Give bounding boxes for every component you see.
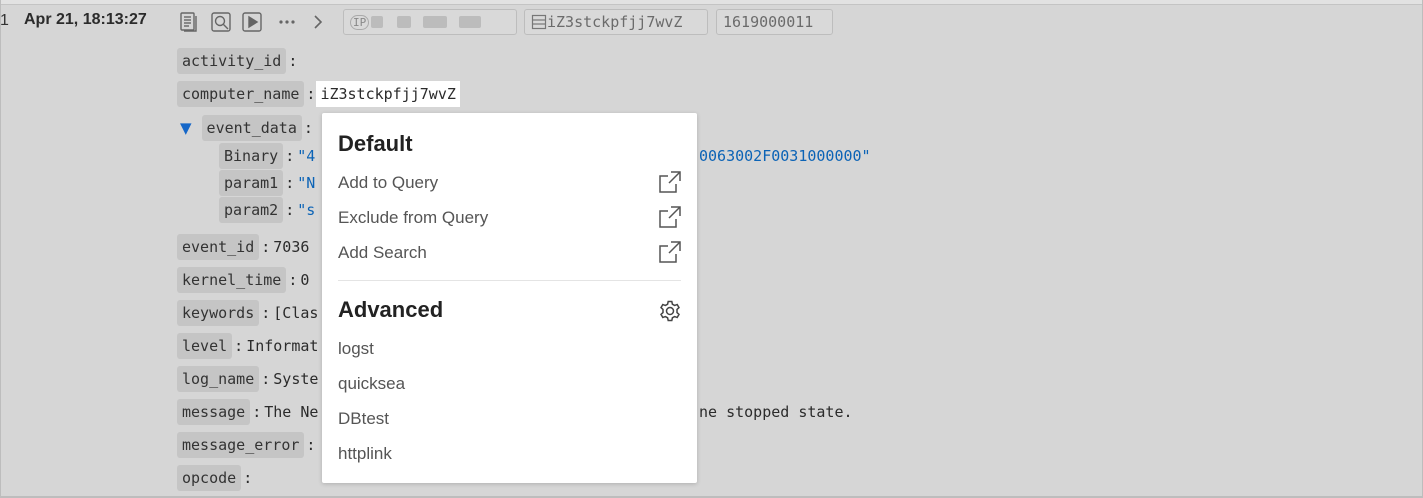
field-value[interactable]: Syste bbox=[273, 370, 318, 388]
field-activity-id: activity_id : bbox=[177, 48, 300, 74]
redacted-block bbox=[423, 16, 448, 28]
field-param1: param1 : "N bbox=[219, 170, 315, 196]
left-border bbox=[0, 0, 1, 498]
field-value[interactable]: 7036 bbox=[273, 238, 309, 256]
external-link-icon[interactable] bbox=[658, 170, 682, 194]
menu-divider bbox=[338, 280, 681, 281]
field-value[interactable]: The Ne bbox=[264, 403, 318, 421]
field-separator: : bbox=[303, 119, 313, 137]
field-key[interactable]: param1 bbox=[219, 170, 284, 196]
field-separator: : bbox=[243, 469, 253, 487]
field-value[interactable]: Informat bbox=[246, 337, 318, 355]
menu-item-httplink[interactable]: httplink bbox=[338, 444, 392, 464]
log-timestamp: Apr 21, 18:13:27 bbox=[24, 11, 147, 28]
menu-item-add-search[interactable]: Add Search bbox=[338, 243, 427, 263]
field-key[interactable]: Binary bbox=[219, 143, 284, 169]
field-value[interactable]: "4 bbox=[297, 147, 315, 165]
top-border bbox=[0, 0, 1423, 5]
field-key[interactable]: level bbox=[177, 333, 233, 359]
field-key[interactable]: message bbox=[177, 399, 251, 425]
field-context-menu: Default Add to Query Exclude from Query … bbox=[322, 113, 697, 483]
field-separator: : bbox=[261, 304, 271, 322]
field-level: level : Informat bbox=[177, 333, 318, 359]
field-value[interactable]: "s bbox=[297, 201, 315, 219]
field-separator: : bbox=[306, 436, 316, 454]
chevron-right-icon[interactable] bbox=[306, 10, 330, 34]
field-event-id: event_id : 7036 bbox=[177, 234, 309, 260]
field-separator: : bbox=[288, 271, 298, 289]
field-key[interactable]: event_id bbox=[177, 234, 260, 260]
field-value[interactable]: "N bbox=[297, 174, 315, 192]
field-computer-name: computer_name : iZ3stckpfjj7wvZ bbox=[177, 81, 460, 107]
hostname-tag-label: iZ3stckpfjj7wvZ bbox=[547, 13, 683, 31]
field-key[interactable]: opcode bbox=[177, 465, 242, 491]
gear-icon[interactable] bbox=[658, 299, 682, 323]
row-index: 1 bbox=[0, 12, 9, 29]
collapse-triangle-icon[interactable]: ▼ bbox=[180, 119, 192, 137]
hostname-tag[interactable]: iZ3stckpfjj7wvZ bbox=[524, 9, 708, 35]
source-ip-tag[interactable]: IP bbox=[343, 9, 517, 35]
document-icon[interactable] bbox=[177, 10, 201, 34]
field-event-data: ▼ event_data : bbox=[180, 115, 316, 141]
field-value[interactable]: 0 bbox=[300, 271, 309, 289]
play-icon[interactable] bbox=[240, 10, 264, 34]
field-key[interactable]: activity_id bbox=[177, 48, 287, 74]
field-key[interactable]: message_error bbox=[177, 432, 305, 458]
field-value-selected[interactable]: iZ3stckpfjj7wvZ bbox=[316, 81, 460, 107]
field-log-name: log_name : Syste bbox=[177, 366, 318, 392]
field-separator: : bbox=[288, 52, 298, 70]
default-heading: Default bbox=[338, 131, 413, 156]
field-key[interactable]: log_name bbox=[177, 366, 260, 392]
field-separator: : bbox=[261, 370, 271, 388]
menu-item-dbtest[interactable]: DBtest bbox=[338, 409, 389, 429]
search-icon[interactable] bbox=[209, 10, 233, 34]
field-key[interactable]: keywords bbox=[177, 300, 260, 326]
field-message-tail: ne stopped state. bbox=[699, 399, 853, 425]
field-separator: : bbox=[252, 403, 262, 421]
field-separator: : bbox=[261, 238, 271, 256]
field-value-tail[interactable]: 0063002F0031000000" bbox=[699, 147, 871, 165]
field-separator: : bbox=[285, 201, 295, 219]
redacted-block bbox=[397, 16, 412, 28]
field-opcode: opcode : bbox=[177, 465, 255, 491]
field-value[interactable]: [Clas bbox=[273, 304, 318, 322]
field-value-tail[interactable]: ne stopped state. bbox=[699, 403, 853, 421]
redacted-block bbox=[459, 16, 482, 28]
field-separator: : bbox=[285, 174, 295, 192]
field-param2: param2 : "s bbox=[219, 197, 315, 223]
field-key[interactable]: computer_name bbox=[177, 81, 305, 107]
ip-tag-prefix: IP bbox=[350, 14, 370, 30]
field-separator: : bbox=[234, 337, 244, 355]
redacted-block bbox=[371, 16, 384, 28]
advanced-heading: Advanced bbox=[338, 297, 444, 322]
external-link-icon[interactable] bbox=[658, 205, 682, 229]
field-key[interactable]: event_data bbox=[201, 115, 302, 141]
field-keywords: keywords : [Clas bbox=[177, 300, 318, 326]
field-binary: Binary : "4 bbox=[219, 143, 315, 169]
id-tag-label: 1619000011 bbox=[723, 13, 814, 31]
field-key[interactable]: kernel_time bbox=[177, 267, 287, 293]
field-binary-tail: 0063002F0031000000" bbox=[699, 143, 871, 169]
field-message-error: message_error : bbox=[177, 432, 318, 458]
more-icon[interactable] bbox=[274, 10, 300, 34]
field-separator: : bbox=[285, 147, 295, 165]
field-key[interactable]: param2 bbox=[219, 197, 284, 223]
field-kernel-time: kernel_time : 0 bbox=[177, 267, 309, 293]
menu-item-quicksea[interactable]: quicksea bbox=[338, 374, 405, 394]
menu-item-add-to-query[interactable]: Add to Query bbox=[338, 173, 438, 193]
server-icon bbox=[531, 14, 547, 30]
menu-item-exclude-from-query[interactable]: Exclude from Query bbox=[338, 208, 488, 228]
field-message: message : The Ne bbox=[177, 399, 318, 425]
external-link-icon[interactable] bbox=[658, 240, 682, 264]
menu-item-logst[interactable]: logst bbox=[338, 339, 374, 359]
id-tag[interactable]: 1619000011 bbox=[716, 9, 833, 35]
